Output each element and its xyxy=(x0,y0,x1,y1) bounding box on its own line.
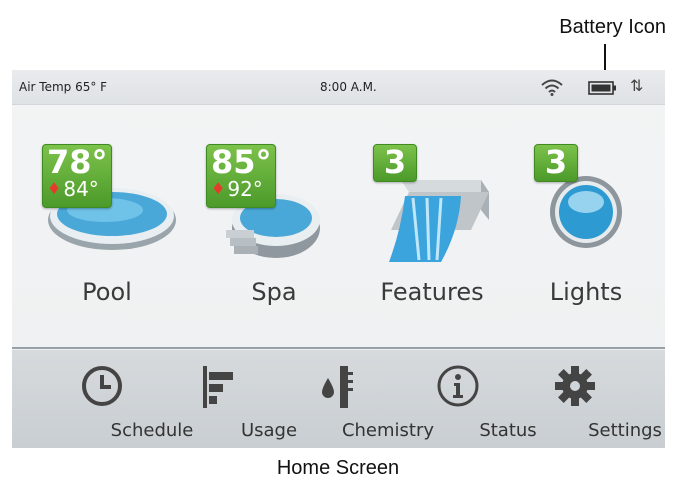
heater-flame-icon: ♦ xyxy=(47,179,62,198)
lights-tile[interactable]: 3 Lights xyxy=(516,140,656,330)
features-count: 3 xyxy=(383,143,407,181)
nav-status[interactable]: Status xyxy=(408,350,537,448)
info-icon xyxy=(436,364,480,413)
battery-icon xyxy=(588,81,618,100)
nav-schedule[interactable]: Schedule xyxy=(52,350,193,448)
pool-tile[interactable]: 78° ♦ 84° Pool xyxy=(37,140,177,330)
features-label: Features xyxy=(380,278,484,306)
nav-usage[interactable]: Usage xyxy=(169,350,297,448)
clock-time: 8:00 A.M. xyxy=(320,80,377,94)
features-tile[interactable]: 3 Features xyxy=(357,140,507,330)
spa-tile[interactable]: 85° ♦ 92° Spa xyxy=(204,140,344,330)
heater-flame-icon: ♦ xyxy=(211,179,226,198)
light-bulb-image xyxy=(550,176,622,248)
spa-temp-badge: 85° ♦ 92° xyxy=(206,144,276,208)
air-temp: Air Temp 65° F xyxy=(19,80,108,94)
callout-line xyxy=(604,44,606,72)
lights-count: 3 xyxy=(544,143,568,181)
pool-set-temp: 84° xyxy=(63,177,99,201)
lights-count-badge: 3 xyxy=(534,144,578,182)
pool-label: Pool xyxy=(82,278,132,306)
usage-bars-icon xyxy=(197,364,241,415)
battery-callout-label: Battery Icon xyxy=(559,16,666,38)
home-screen: Air Temp 65° F 8:00 A.M. ⇅ 78° ♦ 84° Poo… xyxy=(12,70,665,448)
clock-icon xyxy=(80,364,124,413)
transfer-arrows-icon: ⇅ xyxy=(630,78,644,95)
spa-temp: 85° xyxy=(211,143,272,181)
lights-label: Lights xyxy=(549,278,623,306)
waterfall-image xyxy=(389,180,489,262)
pool-temp: 78° xyxy=(47,143,108,181)
spa-set-temp: 92° xyxy=(227,177,263,201)
pool-temp-badge: 78° ♦ 84° xyxy=(42,144,112,208)
nav-chemistry[interactable]: Chemistry xyxy=(288,350,434,448)
status-bar: Air Temp 65° F 8:00 A.M. ⇅ xyxy=(12,70,665,105)
divider xyxy=(12,347,665,349)
spa-label: Spa xyxy=(251,278,297,306)
figure-caption: Home Screen xyxy=(276,457,400,479)
nav-settings[interactable]: Settings xyxy=(525,350,662,448)
nav-settings-label: Settings xyxy=(588,420,662,441)
features-count-badge: 3 xyxy=(373,144,417,182)
gear-icon xyxy=(553,364,597,413)
bottom-nav: Schedule Usage Chemistry Status Settings xyxy=(12,350,665,448)
wifi-icon xyxy=(540,78,564,101)
chemistry-drop-thermometer-icon xyxy=(316,364,360,415)
